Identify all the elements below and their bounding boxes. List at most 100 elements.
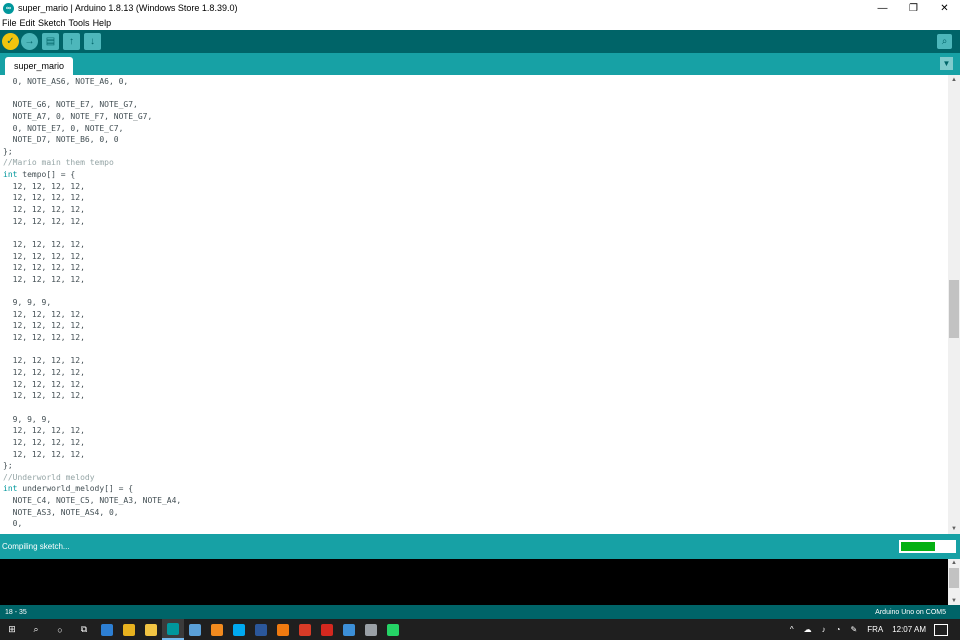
- code-line[interactable]: //Underworld melody: [3, 472, 948, 484]
- whatsapp-icon: [387, 623, 399, 636]
- code-line[interactable]: NOTE_AS3, NOTE_AS4, 0,: [3, 507, 948, 519]
- acrobat-icon: [321, 623, 333, 636]
- taskbar-skype-icon[interactable]: [228, 619, 250, 640]
- code-line[interactable]: 9, 9, 9,: [3, 297, 948, 309]
- code-editor[interactable]: 0, NOTE_AS6, NOTE_A6, 0, NOTE_G6, NOTE_E…: [0, 75, 948, 534]
- arduino-icon: [167, 622, 179, 635]
- scroll-up-arrow-icon[interactable]: ▲: [948, 75, 960, 85]
- code-line[interactable]: NOTE_D7, NOTE_B6, 0, 0: [3, 134, 948, 146]
- tray-volume-icon[interactable]: ♪: [822, 625, 826, 634]
- editor-scroll-thumb[interactable]: [949, 280, 959, 338]
- restore-button[interactable]: ❐: [898, 0, 929, 16]
- code-line[interactable]: 12, 12, 12, 12,: [3, 449, 948, 461]
- minimize-button[interactable]: —: [867, 0, 898, 16]
- code-line[interactable]: NOTE_G6, NOTE_E7, NOTE_G7,: [3, 99, 948, 111]
- taskbar-usb-app-icon[interactable]: [360, 619, 382, 640]
- code-line[interactable]: 12, 12, 12, 12,: [3, 262, 948, 274]
- taskbar-arduino-icon[interactable]: [162, 619, 184, 640]
- console-scroll-up-icon[interactable]: ▲: [948, 559, 960, 567]
- code-line[interactable]: 12, 12, 12, 12,: [3, 204, 948, 216]
- console-scrollbar[interactable]: ▲ ▼: [948, 559, 960, 605]
- taskbar-chrome-icon[interactable]: [118, 619, 140, 640]
- status-bar: Compiling sketch...: [0, 534, 960, 559]
- code-line[interactable]: 12, 12, 12, 12,: [3, 425, 948, 437]
- console-scroll-thumb[interactable]: [949, 568, 959, 588]
- code-line[interactable]: NOTE_A7, 0, NOTE_F7, NOTE_G7,: [3, 111, 948, 123]
- save-button[interactable]: ↓: [84, 33, 101, 50]
- code-line[interactable]: 12, 12, 12, 12,: [3, 216, 948, 228]
- code-line[interactable]: 12, 12, 12, 12,: [3, 192, 948, 204]
- usb-app-icon: [365, 623, 377, 636]
- code-line[interactable]: };: [3, 460, 948, 472]
- menu-help[interactable]: Help: [93, 18, 112, 28]
- code-line[interactable]: 12, 12, 12, 12,: [3, 320, 948, 332]
- code-line[interactable]: 12, 12, 12, 12,: [3, 332, 948, 344]
- taskbar-vlc-icon[interactable]: [272, 619, 294, 640]
- taskbar-edge-icon[interactable]: [96, 619, 118, 640]
- title-bar: ∞ super_mario | Arduino 1.8.13 (Windows …: [0, 0, 960, 16]
- taskbar-acrobat-icon[interactable]: [316, 619, 338, 640]
- code-line[interactable]: [3, 344, 948, 356]
- code-line[interactable]: 12, 12, 12, 12,: [3, 390, 948, 402]
- edge-icon: [101, 623, 113, 636]
- menu-tools[interactable]: Tools: [69, 18, 90, 28]
- taskbar-mail-icon[interactable]: [338, 619, 360, 640]
- start-icon[interactable]: ⊞: [0, 619, 24, 640]
- scroll-down-arrow-icon[interactable]: ▼: [948, 524, 960, 534]
- code-line[interactable]: [3, 286, 948, 298]
- code-content[interactable]: 0, NOTE_AS6, NOTE_A6, 0, NOTE_G6, NOTE_E…: [0, 75, 948, 530]
- taskbar-record-app-icon[interactable]: [294, 619, 316, 640]
- code-line[interactable]: 12, 12, 12, 12,: [3, 367, 948, 379]
- console-scroll-down-icon[interactable]: ▼: [948, 597, 960, 605]
- tray-clock[interactable]: 12:07 AM: [892, 625, 926, 634]
- close-button[interactable]: ✕: [929, 0, 960, 16]
- code-line[interactable]: int tempo[] = {: [3, 169, 948, 181]
- taskbar-pen-app-icon[interactable]: [184, 619, 206, 640]
- tab-menu-chevron-icon[interactable]: ▼: [940, 57, 953, 70]
- code-line[interactable]: 12, 12, 12, 12,: [3, 251, 948, 263]
- code-line[interactable]: [3, 227, 948, 239]
- code-line[interactable]: 12, 12, 12, 12,: [3, 355, 948, 367]
- tray-pen-icon[interactable]: ✎: [850, 625, 857, 634]
- serial-monitor-button[interactable]: ⌕: [937, 34, 952, 49]
- code-line[interactable]: [3, 402, 948, 414]
- console-output[interactable]: [0, 559, 948, 605]
- taskbar-sublime-icon[interactable]: [206, 619, 228, 640]
- code-line[interactable]: NOTE_C4, NOTE_C5, NOTE_A3, NOTE_A4,: [3, 495, 948, 507]
- code-line[interactable]: //Mario main them tempo: [3, 157, 948, 169]
- taskbar-word-icon[interactable]: [250, 619, 272, 640]
- code-line[interactable]: 12, 12, 12, 12,: [3, 239, 948, 251]
- code-line[interactable]: 12, 12, 12, 12,: [3, 274, 948, 286]
- code-line[interactable]: int underworld_melody[] = {: [3, 483, 948, 495]
- upload-button[interactable]: →: [21, 33, 38, 50]
- code-line[interactable]: 12, 12, 12, 12,: [3, 309, 948, 321]
- search-icon[interactable]: ⌕: [24, 619, 48, 640]
- open-button[interactable]: ↑: [63, 33, 80, 50]
- tab-super-mario[interactable]: super_mario: [5, 57, 74, 75]
- code-line[interactable]: 0,: [3, 518, 948, 530]
- code-line[interactable]: 12, 12, 12, 12,: [3, 379, 948, 391]
- verify-button[interactable]: ✓: [2, 33, 19, 50]
- code-line[interactable]: };: [3, 146, 948, 158]
- taskbar-whatsapp-icon[interactable]: [382, 619, 404, 640]
- board-port: Arduino Uno on COM5: [875, 608, 946, 616]
- editor-scrollbar[interactable]: ▲ ▼: [948, 75, 960, 534]
- tray-language[interactable]: FRA: [867, 625, 883, 634]
- code-line[interactable]: [3, 88, 948, 100]
- code-line[interactable]: 9, 9, 9,: [3, 414, 948, 426]
- task-view-icon[interactable]: ⧉: [72, 619, 96, 640]
- menu-sketch[interactable]: Sketch: [38, 18, 66, 28]
- code-line[interactable]: 12, 12, 12, 12,: [3, 437, 948, 449]
- menu-edit[interactable]: Edit: [20, 18, 36, 28]
- tray-chevron-icon[interactable]: ^: [790, 625, 794, 634]
- code-line[interactable]: 0, NOTE_AS6, NOTE_A6, 0,: [3, 76, 948, 88]
- code-line[interactable]: 0, NOTE_E7, 0, NOTE_C7,: [3, 123, 948, 135]
- tray-onedrive-icon[interactable]: ☁: [804, 625, 812, 634]
- code-line[interactable]: 12, 12, 12, 12,: [3, 181, 948, 193]
- new-sketch-button[interactable]: ▤: [42, 33, 59, 50]
- cortana-icon[interactable]: ○: [48, 619, 72, 640]
- notification-center-icon[interactable]: [934, 623, 948, 636]
- menu-file[interactable]: File: [2, 18, 17, 28]
- tray-wifi-icon[interactable]: ◔: [836, 625, 841, 634]
- taskbar-file-explorer-icon[interactable]: [140, 619, 162, 640]
